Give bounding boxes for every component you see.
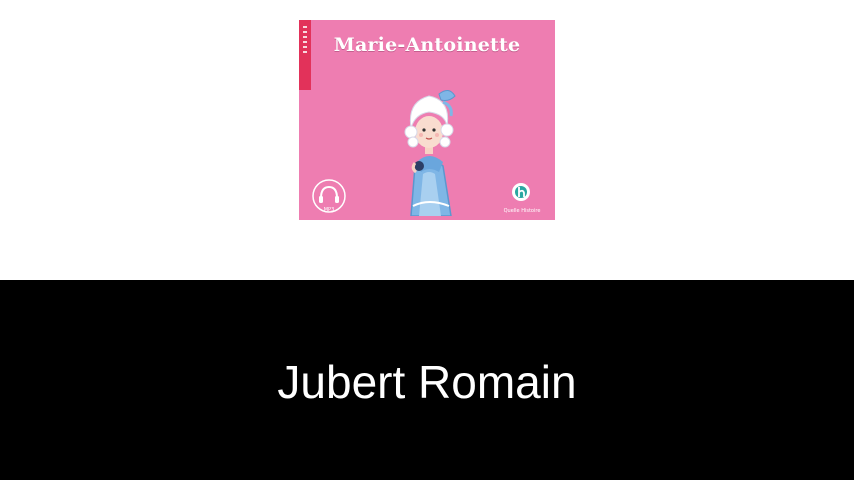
marie-antoinette-illustration: [404, 90, 456, 216]
audio-badge-text: MP3: [324, 207, 335, 213]
publisher-name: Quelle Histoire: [503, 208, 541, 214]
author-name: Jubert Romain: [277, 356, 577, 408]
image-area: Marie-Antoinette MP3 Quelle Histoire: [0, 0, 854, 280]
book-cover[interactable]: Marie-Antoinette MP3 Quelle Histoire: [299, 20, 555, 220]
page: Marie-Antoinette MP3 Quelle Histoire Jub…: [0, 0, 854, 480]
headphones-icon: MP3: [312, 179, 346, 213]
cover-title: Marie-Antoinette: [333, 34, 521, 56]
